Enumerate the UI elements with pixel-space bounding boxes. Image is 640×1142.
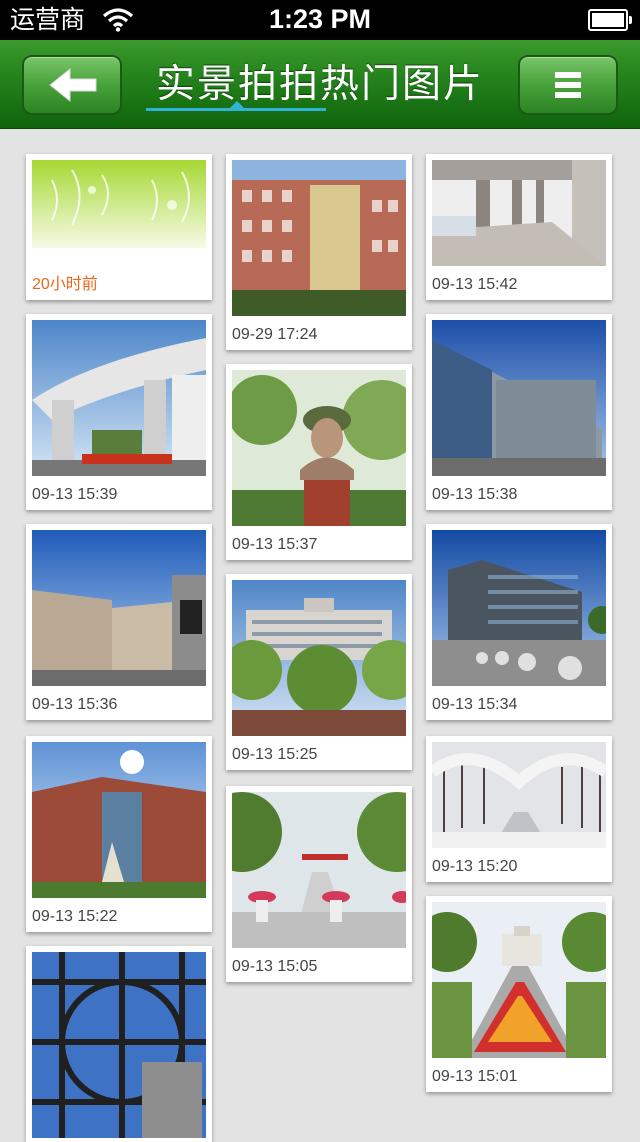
photo <box>432 530 606 686</box>
photo-timestamp: 09-13 15:38 <box>432 486 518 503</box>
page-title: 实景拍拍热门图片 <box>155 62 484 107</box>
photo-card[interactable]: 09-13 15:05 <box>226 786 412 982</box>
photo-card[interactable]: 09-13 15:25 <box>226 574 412 770</box>
photo-card[interactable]: 20小时前 <box>26 154 212 300</box>
photo-card[interactable]: 09-13 15:42 <box>426 154 612 300</box>
photo <box>232 160 406 316</box>
photo-card[interactable]: 09-13 15:38 <box>426 314 612 510</box>
photo <box>32 160 206 248</box>
photo-card[interactable]: 09-13 15:01 <box>426 896 612 1092</box>
photo-card[interactable]: 09-13 15:20 <box>426 736 612 882</box>
photo-timestamp: 09-13 15:20 <box>432 858 518 875</box>
hamburger-menu-icon <box>555 72 581 98</box>
battery-icon <box>588 9 632 31</box>
photo-timestamp: 09-13 15:34 <box>432 696 518 713</box>
photo-card[interactable]: 09-13 15:34 <box>426 524 612 720</box>
photo-card[interactable]: 09-13 15:36 <box>26 524 212 720</box>
clock: 1:23 PM <box>268 4 372 34</box>
photo-timestamp: 09-13 15:25 <box>232 746 318 763</box>
photo-card[interactable]: 09-13 15:39 <box>26 314 212 510</box>
photo-timestamp: 09-13 15:05 <box>232 958 318 975</box>
photo <box>232 792 406 948</box>
photo <box>432 320 606 476</box>
photo <box>432 742 606 848</box>
photo <box>32 530 206 686</box>
photo <box>232 370 406 526</box>
photo-timestamp: 09-13 15:42 <box>432 276 518 293</box>
photo-timestamp: 09-29 17:24 <box>232 326 318 343</box>
photo <box>32 952 206 1138</box>
status-bar: 运营商 1:23 PM <box>0 0 640 40</box>
photo <box>432 160 606 266</box>
photo-card[interactable] <box>26 946 212 1142</box>
photo <box>432 902 606 1058</box>
photo-timestamp: 09-13 15:39 <box>32 486 118 503</box>
photo-card[interactable]: 09-13 15:22 <box>26 736 212 932</box>
photo-timestamp: 20小时前 <box>32 276 98 293</box>
photo-card[interactable]: 09-29 17:24 <box>226 154 412 350</box>
photo <box>32 320 206 476</box>
photo-timestamp: 09-13 15:22 <box>32 908 118 925</box>
photo-timestamp: 09-13 15:36 <box>32 696 118 713</box>
photo-timestamp: 09-13 15:37 <box>232 536 318 553</box>
photo <box>32 742 206 898</box>
nav-bar: 实景拍拍热门图片 <box>0 40 640 129</box>
photo-card[interactable]: 09-13 15:37 <box>226 364 412 560</box>
menu-button[interactable] <box>518 55 618 115</box>
arrow-left-icon <box>49 67 97 103</box>
photo <box>232 580 406 736</box>
title-caret <box>229 101 245 109</box>
photo-timestamp: 09-13 15:01 <box>432 1068 518 1085</box>
back-button[interactable] <box>22 55 122 115</box>
